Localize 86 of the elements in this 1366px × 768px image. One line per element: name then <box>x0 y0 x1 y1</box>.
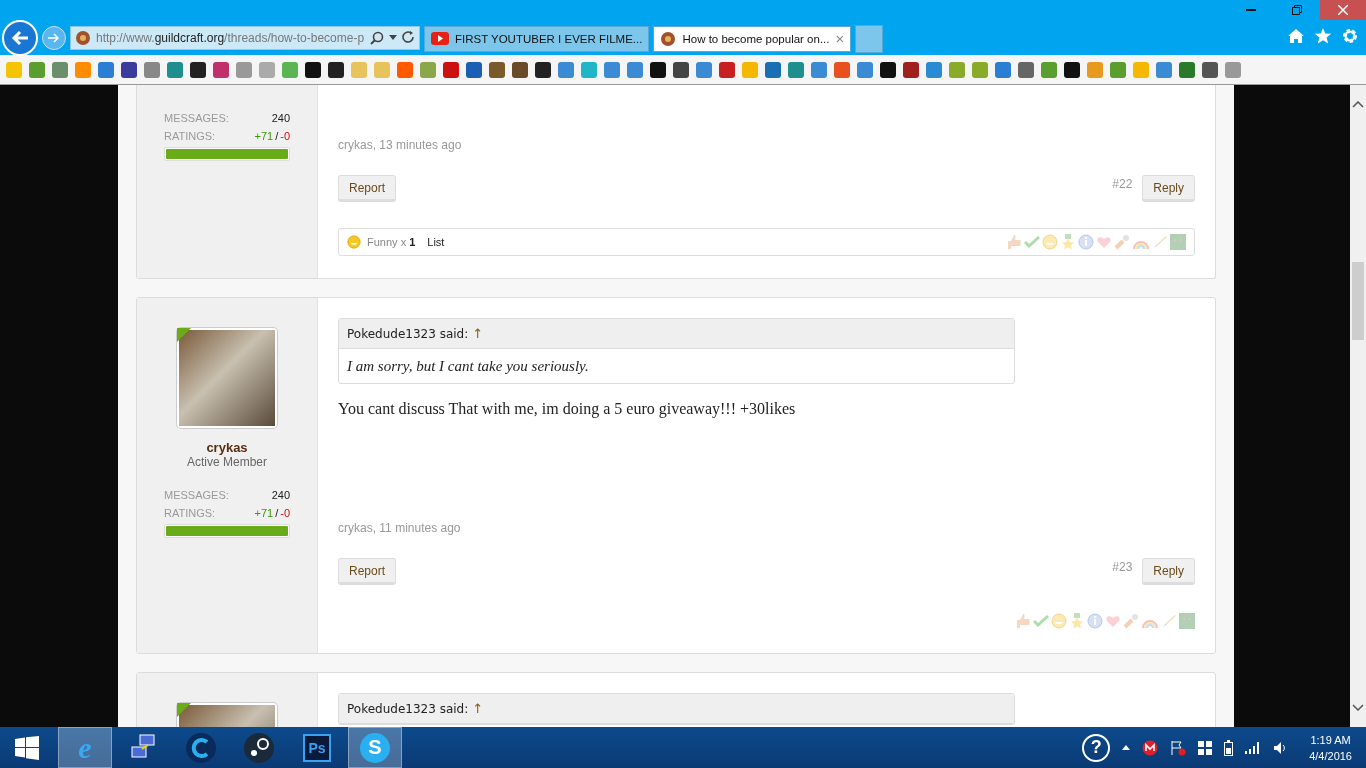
site-icon[interactable] <box>650 61 666 78</box>
rating-separator: / <box>275 507 279 519</box>
search-icon <box>370 30 384 45</box>
site-icon[interactable] <box>1064 61 1080 78</box>
checkmark-icon[interactable] <box>1024 234 1040 250</box>
settings-icon[interactable] <box>1342 28 1358 44</box>
close-icon <box>1338 5 1348 15</box>
windows-icon <box>1198 740 1213 755</box>
clock-date[interactable]: 4/4/2016 <box>1309 747 1352 764</box>
site-icon[interactable] <box>512 61 528 78</box>
flag-icon <box>1170 739 1187 756</box>
jump-to-quote-link[interactable]: ↑ <box>472 326 484 341</box>
site-icon[interactable] <box>121 61 137 78</box>
negative-rating: -0 <box>280 507 290 519</box>
m-shield-icon <box>1142 739 1159 756</box>
site-icon[interactable] <box>1202 61 1218 78</box>
home-icon[interactable] <box>1288 28 1304 44</box>
battery-icon <box>1224 739 1234 756</box>
reply-button[interactable]: Reply <box>1142 175 1195 202</box>
reply-button[interactable]: Reply <box>1142 558 1195 585</box>
user-title: Active Member <box>187 455 267 469</box>
positive-rating: +71 <box>254 130 274 142</box>
back-button[interactable] <box>2 19 38 56</box>
stat-value: 240 <box>271 489 290 501</box>
quote-text: I am sorry, but I cant take you seriously. <box>346 356 590 376</box>
thumbs-up-icon[interactable] <box>1015 613 1031 629</box>
site-icon[interactable] <box>903 61 919 78</box>
address-bar[interactable]: http://www.guildcraft.org/threads/how-to-become-p <box>70 25 420 50</box>
restore-icon <box>1292 5 1302 15</box>
back-arrow-icon <box>11 29 29 46</box>
site-icon[interactable] <box>328 61 344 78</box>
site-favicon-icon <box>660 30 677 47</box>
scroll-down-icon[interactable] <box>1352 704 1364 711</box>
quote-author: Pokedude1323 said: <box>347 701 469 716</box>
scroll-thumb[interactable] <box>1352 262 1364 340</box>
positive-rating: +71 <box>254 507 274 519</box>
stat-label: RATINGS: <box>164 507 216 519</box>
smiley-icon <box>347 235 361 249</box>
help-button[interactable]: ? <box>1082 733 1111 762</box>
video-play-icon <box>431 32 449 45</box>
site-favicon-icon <box>75 29 91 46</box>
stat-label: MESSAGES: <box>164 489 229 501</box>
scrollbar[interactable] <box>1350 85 1366 727</box>
site-icon[interactable] <box>880 61 896 78</box>
browser-e-icon: e <box>78 730 92 765</box>
caret-icon <box>389 35 397 40</box>
star-icon[interactable] <box>1314 28 1332 44</box>
circular-c-icon <box>185 731 217 764</box>
caret-icon <box>1122 745 1131 750</box>
negative-rating: -0 <box>280 130 290 142</box>
ps-logo-icon: Ps <box>303 733 331 762</box>
clock-time[interactable]: 1:19 AM <box>1309 731 1352 748</box>
forward-button[interactable] <box>42 25 66 50</box>
close-button[interactable] <box>1320 0 1366 20</box>
site-icon[interactable] <box>535 61 551 78</box>
taskbar-app[interactable]: Ps <box>290 727 344 768</box>
site-icon[interactable] <box>190 61 206 78</box>
refresh-icon <box>402 31 415 44</box>
browser-tab[interactable]: How to become popular on... × <box>653 25 852 52</box>
thumbs-up-icon[interactable] <box>1006 234 1022 250</box>
browser-tab[interactable]: FIRST YOUTUBER I EVER FILME... <box>424 25 650 52</box>
site-icon[interactable] <box>305 61 321 78</box>
skype-s-icon: S <box>360 732 390 763</box>
username-link[interactable]: crykas <box>206 440 248 455</box>
post-text: You cant discuss That with me, im doing a 5 euro giveaway!!! +30likes <box>338 400 797 420</box>
scroll-up-icon[interactable] <box>1352 101 1364 108</box>
speaker-icon <box>1273 740 1288 755</box>
stat-label: RATINGS: <box>164 130 216 142</box>
report-button[interactable]: Report <box>338 558 397 585</box>
stat-value: 240 <box>271 112 290 124</box>
quote-author: Pokedude1323 said: <box>347 326 469 341</box>
rating-separator: / <box>275 130 279 142</box>
jump-to-quote-link[interactable]: ↑ <box>472 701 484 716</box>
steam-icon <box>243 731 275 764</box>
star-medal-icon[interactable] <box>1069 613 1085 629</box>
checkmark-icon[interactable] <box>1033 613 1049 629</box>
forward-arrow-icon <box>48 32 60 43</box>
reaction-count: Funny x 1 <box>367 236 416 248</box>
site-icon[interactable] <box>673 61 689 78</box>
windows-logo-icon <box>15 735 39 760</box>
star-medal-icon[interactable] <box>1060 234 1076 250</box>
stat-label: MESSAGES: <box>164 112 229 124</box>
signal-icon <box>1245 741 1262 754</box>
minimize-icon <box>1246 9 1256 11</box>
list-link[interactable]: List <box>427 236 445 248</box>
report-button[interactable]: Report <box>338 175 397 202</box>
